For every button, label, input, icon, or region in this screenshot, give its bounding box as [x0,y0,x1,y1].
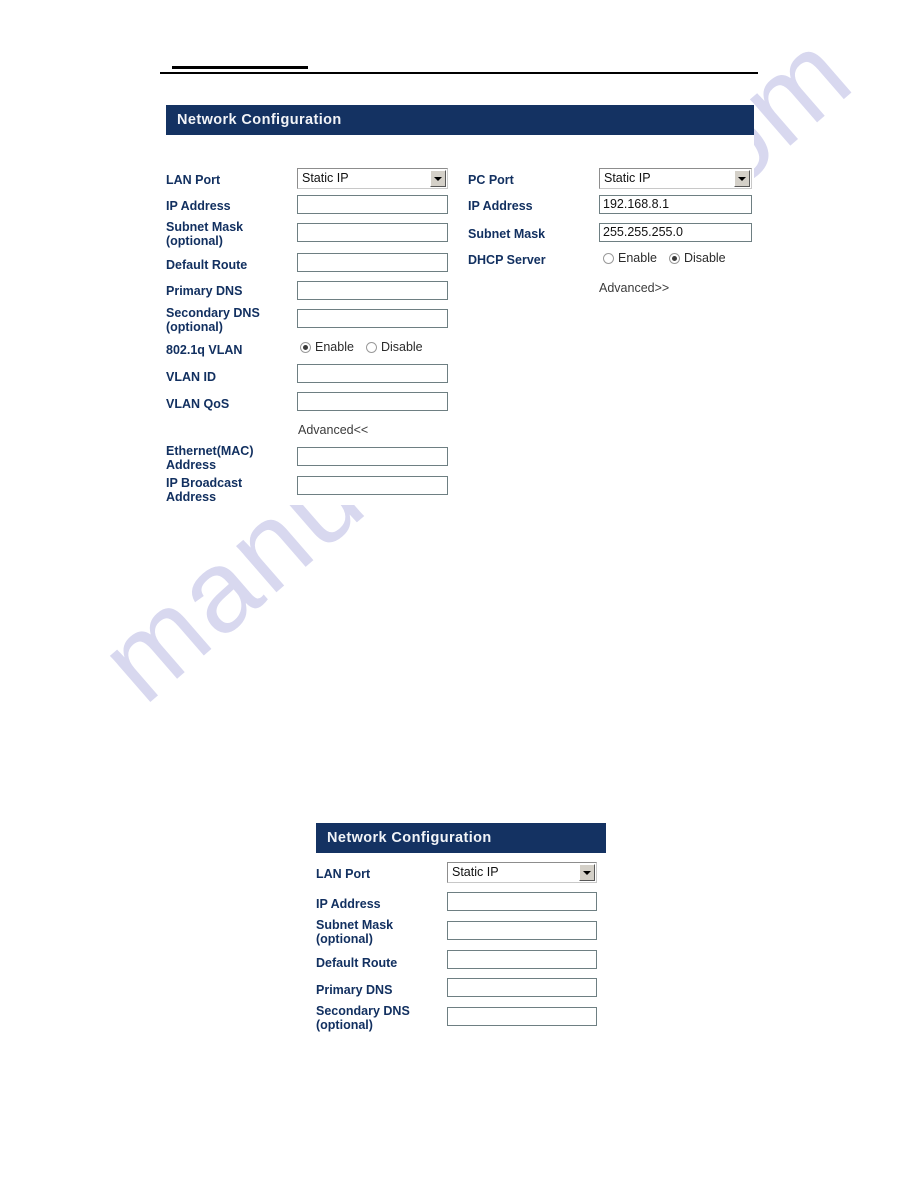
radio-dot-icon [668,252,680,264]
radio-group-8021q-vlan: Enable Disable [300,340,435,354]
network-configuration-panel-collapsed: Network Configuration LAN Port Static IP… [316,823,606,1033]
label-subnet-mask-lan-line1: Subnet Mask [166,220,244,234]
select-lan-port-2-value: Static IP [452,865,499,879]
input-subnet-mask-lan[interactable] [297,223,448,242]
header-rule-short [172,66,308,69]
input-ip-address-2[interactable] [447,892,597,911]
radio-dot-icon [300,341,311,353]
select-pc-port-value: Static IP [604,171,651,185]
label-lan-port-2: LAN Port [316,867,371,881]
label-vlan-qos: VLAN QoS [166,397,230,411]
label-secondary-dns-line2: (optional) [166,320,223,334]
label-subnet-mask-pc: Subnet Mask [468,227,546,241]
panel-one-title: Network Configuration [166,105,754,135]
radio-8021q-vlan-disable-label: Disable [380,340,423,354]
input-ethernet-mac-address[interactable] [297,447,448,466]
label-vlan-id: VLAN ID [166,370,216,384]
input-primary-dns-2[interactable] [447,978,597,997]
radio-8021q-vlan-enable[interactable]: Enable [300,340,354,354]
label-ip-address-2: IP Address [316,897,381,911]
radio-8021q-vlan-disable[interactable]: Disable [365,340,423,354]
label-subnet-mask-2-line1: Subnet Mask [316,918,394,932]
input-secondary-dns-2[interactable] [447,1007,597,1026]
chevron-down-icon[interactable] [430,170,446,187]
chevron-down-icon[interactable] [579,864,595,881]
panel-one-body: LAN Port Static IP IP Address Subnet Mas… [166,135,754,505]
panel-two-body: LAN Port Static IP IP Address Subnet Mas… [316,853,606,1033]
label-ip-broadcast-line1: IP Broadcast [166,476,243,490]
network-configuration-panel-expanded: Network Configuration LAN Port Static IP… [166,105,754,505]
input-primary-dns[interactable] [297,281,448,300]
label-secondary-dns-2-line2: (optional) [316,1018,373,1032]
input-secondary-dns[interactable] [297,309,448,328]
chevron-down-icon[interactable] [734,170,750,187]
radio-dhcp-server-disable-label: Disable [683,251,726,265]
header-rule-long [160,72,758,74]
radio-8021q-vlan-enable-label: Enable [315,340,354,354]
label-primary-dns-2: Primary DNS [316,983,393,997]
input-subnet-mask-2[interactable] [447,921,597,940]
label-subnet-mask-2-line2: (optional) [316,932,373,946]
input-default-route[interactable] [297,253,448,272]
select-pc-port[interactable]: Static IP [599,168,752,189]
label-ip-address-lan: IP Address [166,199,231,213]
input-ip-address-lan[interactable] [297,195,448,214]
label-default-route-2: Default Route [316,956,398,970]
label-subnet-mask-lan-line2: (optional) [166,234,223,248]
radio-dhcp-server-enable-label: Enable [618,251,657,265]
input-subnet-mask-pc[interactable]: 255.255.255.0 [599,223,752,242]
radio-dhcp-server-disable[interactable]: Disable [668,251,726,265]
page-header-rules [0,0,918,90]
label-lan-port: LAN Port [166,173,221,187]
label-ip-address-pc: IP Address [468,199,533,213]
label-default-route: Default Route [166,258,248,272]
input-vlan-id[interactable] [297,364,448,383]
label-ethernet-mac-line2: Address [166,458,217,472]
radio-dot-icon [603,252,614,264]
panel-two-title: Network Configuration [316,823,606,853]
radio-group-dhcp-server: Enable Disable [603,251,738,265]
radio-dot-icon [365,341,377,353]
input-default-route-2[interactable] [447,950,597,969]
advanced-collapse-link[interactable]: Advanced<< [298,423,368,437]
select-lan-port-value: Static IP [302,171,349,185]
label-8021q-vlan: 802.1q VLAN [166,343,243,357]
radio-dhcp-server-enable[interactable]: Enable [603,251,657,265]
label-ip-broadcast-line2: Address [166,490,217,504]
input-ip-address-pc[interactable]: 192.168.8.1 [599,195,752,214]
select-lan-port[interactable]: Static IP [297,168,448,189]
label-secondary-dns-2-line1: Secondary DNS [316,1004,410,1018]
label-secondary-dns-line1: Secondary DNS [166,306,260,320]
label-pc-port: PC Port [468,173,514,187]
label-primary-dns: Primary DNS [166,284,243,298]
input-vlan-qos[interactable] [297,392,448,411]
label-dhcp-server: DHCP Server [468,253,546,267]
select-lan-port-2[interactable]: Static IP [447,862,597,883]
input-ip-broadcast-address[interactable] [297,476,448,495]
label-ethernet-mac-line1: Ethernet(MAC) [166,444,254,458]
advanced-expand-link[interactable]: Advanced>> [599,281,669,295]
